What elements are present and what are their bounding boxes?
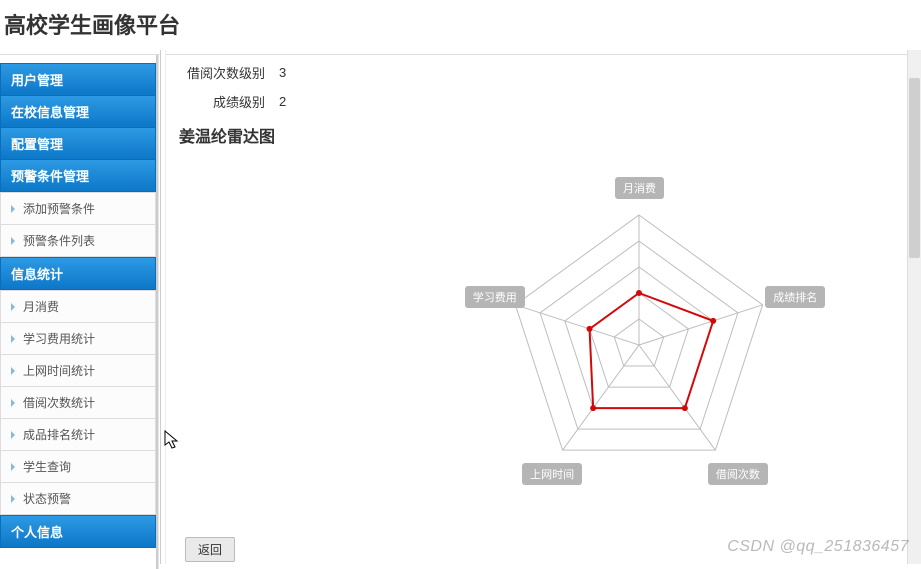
sidebar-item-status-alert[interactable]: 状态预警 xyxy=(0,483,156,515)
detail-value-grade: 2 xyxy=(279,94,286,109)
radar-axis-label: 借阅次数 xyxy=(708,463,768,485)
detail-label-grade: 成绩级别 xyxy=(179,92,279,111)
sidebar-item-alert-list[interactable]: 预警条件列表 xyxy=(0,225,156,257)
main-content: 借阅次数级别 3 成绩级别 2 姜温纶雷达图 月消费成绩排名借阅次数 上网时间 学习… xyxy=(158,55,921,569)
detail-row: 借阅次数级别 3 xyxy=(179,63,921,82)
radar-axis-label: 成绩排名 xyxy=(765,286,825,308)
radar-chart: 月消费成绩排名借阅次数 上网时间 学习费用 xyxy=(179,155,859,535)
sidebar-item-add-alert[interactable]: 添加预警条件 xyxy=(0,192,156,225)
sidebar-item-student-query[interactable]: 学生查询 xyxy=(0,451,156,483)
sidebar-item-online-time[interactable]: 上网时间统计 xyxy=(0,355,156,387)
menu-header-user-mgmt[interactable]: 用户管理 xyxy=(0,63,156,96)
radar-axis-label: 上网时间 xyxy=(522,463,582,485)
watermark: CSDN @qq_251836457 xyxy=(727,538,909,556)
menu-header-personal-info[interactable]: 个人信息 xyxy=(0,515,156,548)
detail-label-borrow: 借阅次数级别 xyxy=(179,63,279,82)
scrollbar-vertical[interactable] xyxy=(907,50,921,564)
menu-header-info-stats[interactable]: 信息统计 xyxy=(0,257,156,290)
sidebar-item-rank-stat[interactable]: 成品排名统计 xyxy=(0,419,156,451)
sidebar: 用户管理 在校信息管理 配置管理 预警条件管理 添加预警条件 预警条件列表 信息… xyxy=(0,55,158,569)
panel-separator[interactable] xyxy=(160,50,166,564)
sidebar-item-borrow-count[interactable]: 借阅次数统计 xyxy=(0,387,156,419)
radar-axis-label: 学习费用 xyxy=(465,286,525,308)
detail-row: 成绩级别 2 xyxy=(179,92,921,111)
page-title: 高校学生画像平台 xyxy=(0,0,921,55)
radar-axis-label: 月消费 xyxy=(615,177,664,199)
scrollbar-thumb[interactable] xyxy=(909,78,920,258)
menu-header-alert-conditions[interactable]: 预警条件管理 xyxy=(0,160,156,192)
sidebar-item-monthly-consume[interactable]: 月消费 xyxy=(0,290,156,323)
detail-value-borrow: 3 xyxy=(279,65,286,80)
back-button[interactable]: 返回 xyxy=(185,537,235,562)
menu-header-school-info[interactable]: 在校信息管理 xyxy=(0,96,156,128)
sidebar-item-study-cost[interactable]: 学习费用统计 xyxy=(0,323,156,355)
menu-header-config[interactable]: 配置管理 xyxy=(0,128,156,160)
chart-title: 姜温纶雷达图 xyxy=(179,123,921,147)
